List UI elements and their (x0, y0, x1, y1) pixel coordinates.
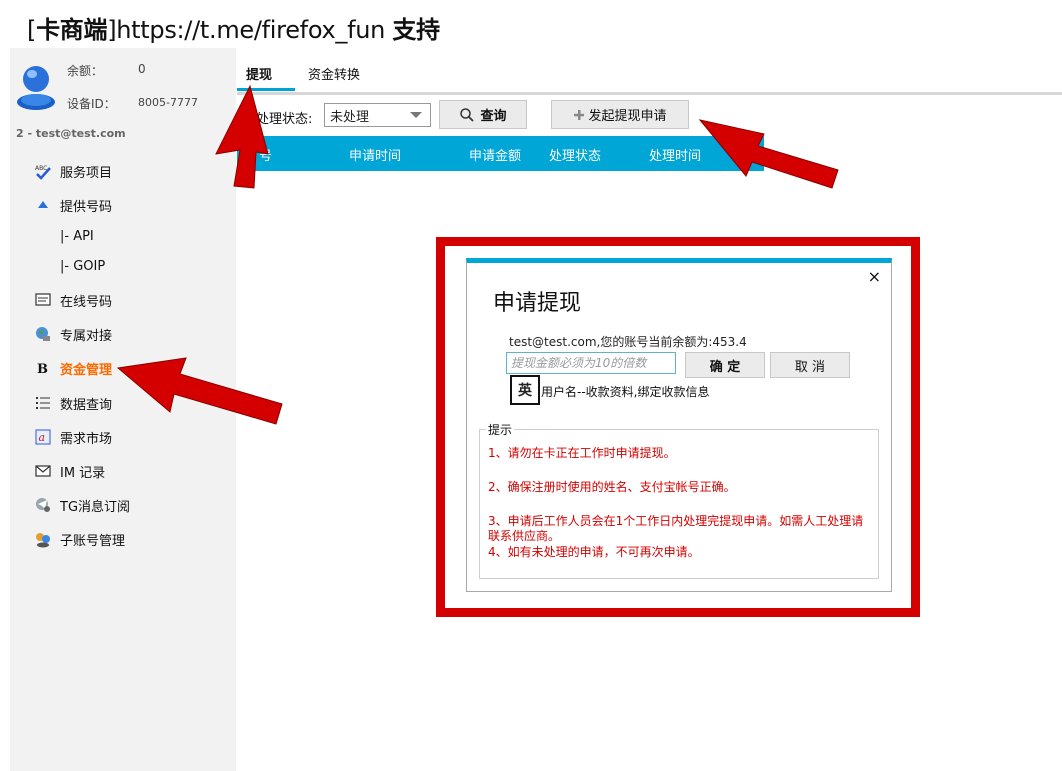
status-filter-select[interactable]: 未处理 (324, 103, 431, 127)
sidebar-item-label: IM 记录 (60, 465, 106, 481)
sidebar-item-label: 数据查询 (60, 397, 113, 413)
active-tab-indicator (237, 88, 295, 91)
apply-withdraw-label: 发起提现申请 (588, 109, 667, 124)
list-icon (34, 394, 52, 412)
dialog-title: 申请提现 (493, 291, 582, 316)
device-id-value: 8005-7777 (138, 96, 198, 109)
balance-value: 0 (138, 62, 146, 76)
column-header-process-time: 处理时间 (649, 149, 702, 164)
sidebar-item-label: 在线号码 (60, 294, 113, 310)
title-app-name: 卡商端 (36, 16, 108, 44)
globe-icon (34, 325, 52, 343)
bind-payee-info-text: 用户名--收款资料,绑定收款信息 (541, 385, 710, 399)
bold-b-icon: B (34, 359, 52, 377)
abc-check-icon: ABC (34, 162, 52, 180)
column-header-status: 处理状态 (549, 149, 602, 164)
sidebar-item-label: 需求市场 (60, 431, 113, 447)
sidebar: 余额： 0 设备ID： 8005-7777 2 - test@test.com … (10, 48, 236, 771)
sidebar-item-label: 资金管理 (60, 362, 113, 378)
device-id-label: 设备ID： (67, 97, 116, 111)
telegram-icon (34, 496, 52, 514)
plus-icon (574, 109, 585, 120)
tip-item: 4、如有未处理的申请，不可再次申请。 (488, 545, 700, 559)
title-support-word: 支持 (392, 16, 440, 44)
card-icon (34, 291, 52, 309)
column-header-apply-time: 申请时间 (349, 149, 402, 164)
title-bracket-open: [ (27, 16, 37, 44)
balance-label: 余额： (67, 64, 104, 78)
ime-english-indicator: 英 (510, 375, 540, 405)
tab-bar: 提现 资金转换 (237, 58, 1062, 95)
sidebar-item-label: 子账号管理 (60, 533, 126, 549)
column-header-id: 号 (259, 149, 273, 164)
svg-text:ABC: ABC (35, 165, 47, 172)
sidebar-item-online-numbers[interactable]: 在线号码 (34, 289, 112, 311)
confirm-button[interactable]: 确 定 (685, 352, 765, 378)
letter-a-icon: a (34, 428, 52, 446)
search-icon (460, 107, 475, 122)
withdraw-amount-input[interactable] (506, 352, 676, 374)
tab-fund-transfer[interactable]: 资金转换 (308, 64, 360, 83)
tip-item: 2、确保注册时使用的姓名、支付宝帐号正确。 (488, 480, 736, 494)
window-title: [卡商端]https://t.me/firefox_fun 支持 (27, 10, 440, 45)
svg-text:a: a (39, 431, 46, 444)
withdraw-dialog: × 申请提现 test@test.com,您的账号当前余额为:453.4 确 定… (466, 258, 892, 592)
sidebar-subitem-api[interactable]: |- API (60, 229, 94, 244)
sidebar-subitem-goip[interactable]: |- GOIP (60, 259, 105, 274)
tips-title: 提示 (486, 421, 515, 438)
sidebar-item-demand-market[interactable]: a 需求市场 (34, 426, 112, 448)
sidebar-item-label: 提供号码 (60, 199, 113, 215)
apply-withdraw-button[interactable]: 发起提现申请 (551, 100, 689, 129)
tip-item: 1、请勿在卡正在工作时申请提现。 (488, 446, 676, 460)
sidebar-item-label: 服务项目 (60, 165, 113, 181)
tip-item: 3、申请后工作人员会在1个工作日内处理完提现申请。如需人工处理请联系供应商。 (488, 514, 864, 543)
sidebar-item-data-query[interactable]: 数据查询 (34, 392, 112, 414)
filter-toolbar: 处理状态: 未处理 查询 发起提现申请 (237, 96, 1062, 134)
current-balance-text: test@test.com,您的账号当前余额为:453.4 (509, 335, 747, 349)
sidebar-item-tg-subscription[interactable]: TG消息订阅 (34, 494, 130, 516)
sidebar-item-fund-management[interactable]: B 资金管理 (34, 357, 112, 379)
column-header-amount: 申请金额 (469, 149, 522, 164)
sidebar-item-provide-numbers[interactable]: 提供号码 (34, 194, 112, 216)
sidebar-item-dedicated-docking[interactable]: 专属对接 (34, 323, 112, 345)
table-header: 号 申请时间 申请金额 处理状态 处理时间 (237, 136, 764, 171)
sidebar-item-im-records[interactable]: IM 记录 (34, 460, 105, 482)
cancel-button[interactable]: 取 消 (770, 352, 850, 378)
close-icon[interactable]: × (868, 267, 881, 286)
svg-text:B: B (37, 362, 48, 377)
query-button-label: 查询 (480, 109, 507, 124)
account-name: 2 - test@test.com (16, 127, 126, 140)
title-support-link: ]https://t.me/firefox_fun (107, 16, 393, 44)
status-filter-value: 未处理 (330, 109, 370, 125)
sidebar-item-service-items[interactable]: ABC 服务项目 (34, 160, 112, 182)
sidebar-item-label: TG消息订阅 (60, 499, 131, 515)
user-avatar-icon (17, 66, 55, 110)
status-filter-label: 处理状态: (256, 112, 313, 127)
up-triangle-icon (34, 196, 52, 214)
tips-box: 提示 1、请勿在卡正在工作时申请提现。 2、确保注册时使用的姓名、支付宝帐号正确… (479, 421, 879, 579)
envelope-icon (34, 462, 52, 480)
sidebar-item-label: 专属对接 (60, 328, 113, 344)
query-button[interactable]: 查询 (439, 100, 527, 129)
tab-withdraw[interactable]: 提现 (246, 64, 272, 83)
users-icon (34, 530, 52, 548)
chevron-down-icon (410, 112, 422, 118)
sidebar-item-sub-accounts[interactable]: 子账号管理 (34, 528, 125, 550)
